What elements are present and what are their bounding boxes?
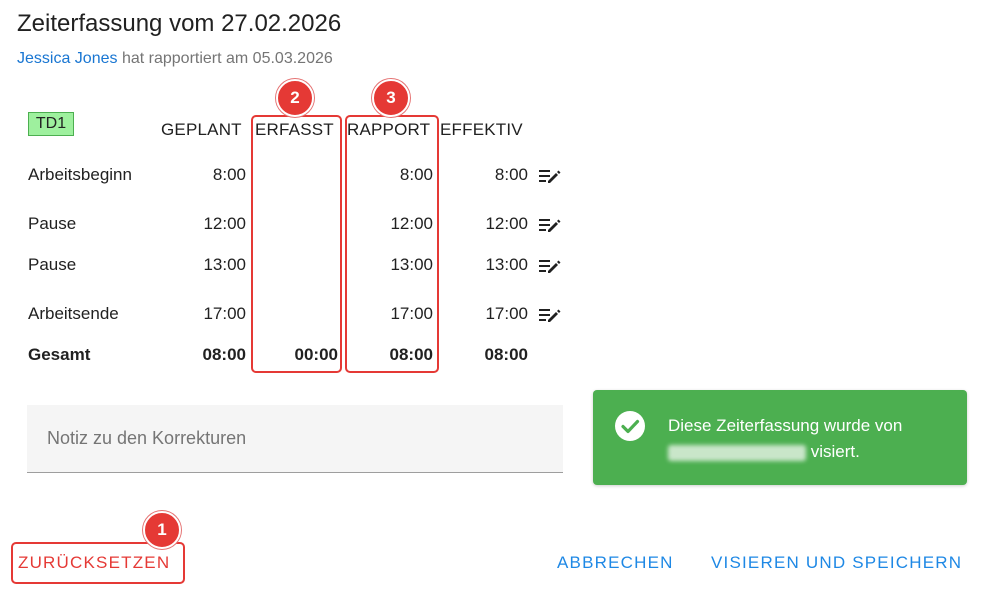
edit-note-icon[interactable] [539, 169, 561, 185]
annotation-marker-2: 2 [276, 79, 314, 117]
visieren-save-button[interactable]: VISIEREN UND SPEICHERN [711, 553, 962, 573]
column-geplant: GEPLANT [161, 120, 242, 139]
reported-date-text: hat rapportiert am 05.03.2026 [121, 50, 333, 67]
cell-effektiv: 8:00 [494, 165, 528, 184]
cell-geplant: 12:00 [203, 214, 246, 233]
cell-geplant: 8:00 [212, 165, 246, 184]
annotation-marker-3: 3 [372, 79, 410, 117]
row-label: Arbeitsende [28, 304, 119, 323]
note-input[interactable] [27, 405, 563, 472]
rapport-highlight-box [345, 115, 439, 373]
report-info: Jessica Jones hat rapportiert am 05.03.2… [17, 50, 333, 68]
column-effektiv: EFFEKTIV [440, 120, 523, 139]
toast-message: Diese Zeiterfassung wurde von visiert. [668, 413, 953, 465]
annotation-marker-1: 1 [143, 511, 181, 549]
note-field-container [27, 405, 563, 473]
page-title: Zeiterfassung vom 27.02.2026 [17, 10, 342, 37]
total-geplant: 08:00 [202, 345, 246, 364]
row-label: Pause [28, 214, 77, 233]
erfasst-highlight-box [251, 115, 342, 373]
user-link[interactable]: Jessica Jones [17, 50, 118, 67]
edit-note-icon[interactable] [539, 308, 561, 324]
cell-effektiv: 13:00 [485, 255, 528, 274]
total-label: Gesamt [28, 345, 91, 364]
check-circle-icon [615, 411, 645, 441]
edit-note-icon[interactable] [539, 218, 561, 234]
toast-line-1: Diese Zeiterfassung wurde von [668, 416, 903, 435]
redacted-name [668, 444, 806, 461]
total-effektiv: 08:00 [484, 345, 528, 364]
edit-note-icon[interactable] [539, 259, 561, 275]
day-tag: TD1 [28, 112, 74, 136]
cell-geplant: 17:00 [203, 304, 246, 323]
success-toast: Diese Zeiterfassung wurde von visiert. [593, 390, 967, 485]
row-label: Arbeitsbeginn [28, 165, 132, 184]
row-label: Pause [28, 255, 77, 274]
cell-effektiv: 12:00 [485, 214, 528, 233]
cell-effektiv: 17:00 [485, 304, 528, 323]
cell-geplant: 13:00 [203, 255, 246, 274]
cancel-button[interactable]: ABBRECHEN [557, 553, 674, 573]
reset-button[interactable]: ZURÜCKSETZEN [18, 553, 170, 573]
toast-line-2: visiert. [810, 442, 860, 461]
